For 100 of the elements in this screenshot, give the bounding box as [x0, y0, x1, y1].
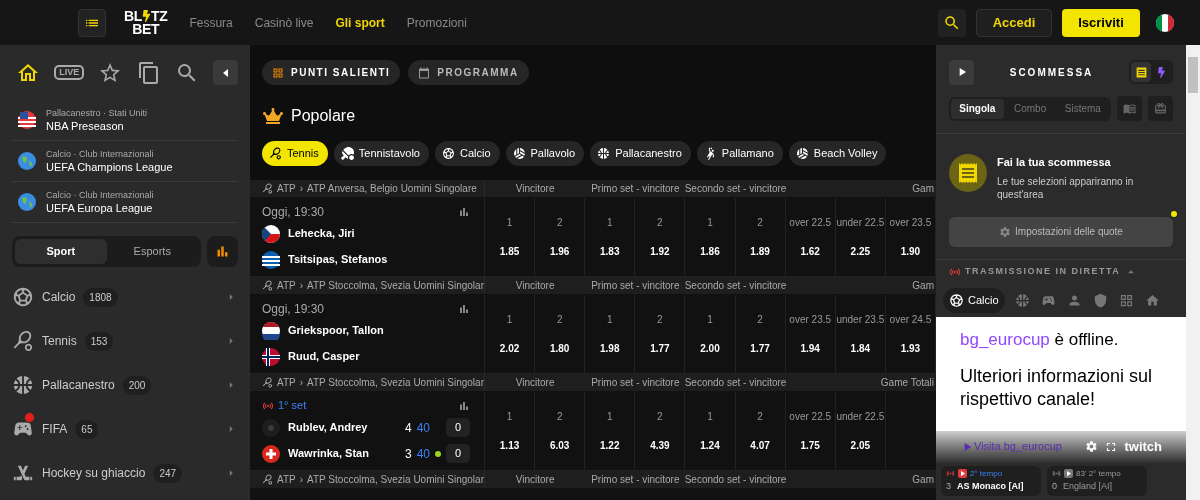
odds-button[interactable]: under 23.5 1.84	[835, 295, 886, 373]
match-row[interactable]: Oggi, 19:30 Lehecka, Jiri Tsitsipas, Stefanos 1 1.85 2 1.96 1 1.83 2 1.92 1 1.86 2 1.89 over 22.5 1.62 under 22.5 2.25 over 23.5 1.90	[250, 198, 936, 277]
tournament-name: ATP Stoccolma, Svezia Uomini Singolar	[307, 473, 484, 487]
collapse-button[interactable]	[212, 60, 238, 85]
sport-chip[interactable]: Beach Volley	[788, 141, 887, 166]
odds-button[interactable]: 2 1.80	[535, 295, 586, 373]
match-row[interactable]: Oggi, 19:30 Griekspoor, Tallon Ruud, Casper 1 2.02 2 1.80 1 1.98 2 1.77 1 2.00 2 1.77 over 23.5 1.94 under 23.5 1.84 over 24.5 1.93	[250, 295, 936, 374]
live-match-card[interactable]: 83' 2° tempo 0 England [AI]	[1047, 465, 1147, 496]
nav-link[interactable]: Promozioni	[406, 13, 467, 32]
odds-settings-button[interactable]: Impostazioni delle quote	[949, 216, 1173, 247]
odds-button[interactable]: 2 1.96	[535, 198, 586, 276]
sport-item[interactable]: Calcio 1808	[12, 275, 238, 319]
odds-button[interactable]: 1 1.85	[485, 198, 536, 276]
market-header: Game Totali	[880, 376, 934, 390]
nav-link[interactable]: Gli sport	[335, 13, 385, 32]
globe-icon	[18, 193, 36, 211]
sport-chip[interactable]: Pallamano	[696, 141, 783, 166]
odds-button[interactable]: over 22.5 1.62	[785, 198, 836, 276]
statistics-icon[interactable]	[458, 399, 470, 412]
statistics-icon[interactable]	[458, 205, 470, 218]
league-item[interactable]: Pallacanestro · Stati Uniti NBA Preseason	[12, 100, 238, 141]
bet-type-tab[interactable]: Singola	[951, 98, 1004, 119]
tennis-racket-icon	[262, 280, 273, 291]
grid-icon	[272, 66, 284, 79]
sport-chip[interactable]: Pallavolo	[505, 141, 585, 166]
bet-type-tab[interactable]: Sistema	[1056, 98, 1110, 119]
stream-sport-tab[interactable]: Calcio	[943, 288, 1005, 313]
sport-item[interactable]: Pallacanestro 200	[12, 363, 238, 407]
stream-title: TRASMISSIONE IN DIRETTA	[965, 265, 1121, 279]
book-button[interactable]	[1117, 96, 1143, 121]
tennis-racket-icon	[269, 147, 282, 160]
odds-button[interactable]: 1 1.86	[685, 198, 736, 276]
twitch-logo[interactable]: twitch	[1124, 436, 1162, 457]
team-name: AS Monaco [AI]	[957, 479, 1024, 493]
odds-button[interactable]: 1 1.83	[585, 198, 636, 276]
menu-button[interactable]	[78, 8, 106, 37]
gift-button[interactable]	[1148, 96, 1173, 121]
scrollbar[interactable]	[1186, 45, 1200, 500]
match-row[interactable]: 1° set Rublev, Andrey 4 40 0 Wawrinka, Stan 3 40 0 1 1.13 2 6.03 1 1.22 2 4.39 1 1.24 2 4.07 over 22.5 1.75 under 22.5 2.05	[250, 392, 936, 471]
flag-icon	[18, 111, 36, 129]
odds-button[interactable]: 2 6.03	[535, 392, 586, 470]
odds-button[interactable]: 2 1.77	[635, 295, 686, 373]
odds-button[interactable]: over 23.5 1.94	[785, 295, 836, 373]
search-button[interactable]	[938, 8, 966, 37]
sport-chip[interactable]: Pallacanestro	[590, 141, 691, 166]
sport-chip[interactable]: Tennistavolo	[333, 141, 429, 166]
statistics-button[interactable]	[207, 236, 238, 267]
odds-button[interactable]: 1 1.13	[485, 392, 536, 470]
bet-type-tab[interactable]: Combo	[1003, 98, 1057, 119]
odds-button[interactable]: 1 1.22	[585, 392, 636, 470]
odds-button[interactable]: 2 4.07	[735, 392, 786, 470]
live-icon[interactable]: LIVE	[54, 65, 85, 80]
market-header: Secondo set - vincitore	[684, 279, 787, 293]
flag-icon	[262, 224, 280, 243]
settings-icon[interactable]	[1085, 440, 1099, 453]
market-header: Secondo set - vincitore	[684, 182, 787, 196]
league-category: Calcio · Club Internazionali	[46, 189, 154, 202]
sport-tab[interactable]: Esports	[106, 239, 198, 264]
sport-item[interactable]: FIFA 65	[12, 407, 238, 451]
odds-button[interactable]: over 23.5 1.90	[885, 198, 936, 276]
nav-link[interactable]: Casinò live	[254, 13, 314, 32]
odds-button[interactable]: 2 1.92	[635, 198, 686, 276]
odds-button[interactable]: 2 1.77	[735, 295, 786, 373]
channel-message: Ulteriori informazioni sul rispettivo canale!	[960, 364, 1154, 411]
league-item[interactable]: Calcio · Club Internazionali UEFA Champions League	[12, 141, 238, 182]
sport-item[interactable]: Tennis 153	[12, 319, 238, 363]
league-item[interactable]: Calcio · Club Internazionali UEFA Europa League	[12, 182, 238, 223]
sport-chip[interactable]: Calcio	[434, 141, 500, 166]
receipt-button[interactable]	[1131, 62, 1151, 82]
language-flag-icon[interactable]	[1156, 13, 1174, 32]
play-button[interactable]	[949, 59, 974, 85]
odds-button[interactable]: over 24.5 1.93	[885, 295, 936, 373]
odds-button[interactable]: under 22.5 2.05	[835, 392, 886, 470]
odds-button[interactable]: under 22.5 2.25	[835, 198, 886, 276]
odds-button[interactable]: 2 4.39	[635, 392, 686, 470]
sport-item[interactable]: Hockey su ghiaccio 247	[12, 451, 238, 495]
odds-button[interactable]: 1 1.24	[685, 392, 736, 470]
match-period: 83' 2° tempo	[1076, 467, 1121, 480]
odds-button[interactable]: 1 2.00	[685, 295, 736, 373]
nav-link[interactable]: Fessura	[189, 13, 233, 32]
documents-icon[interactable]	[136, 60, 161, 85]
view-tab[interactable]: PUNTI SALIENTI	[262, 60, 401, 85]
games-score: 3	[403, 445, 412, 463]
odds-button[interactable]: 2 1.89	[735, 198, 786, 276]
odds-button[interactable]: 1 2.02	[485, 295, 536, 373]
odds-button[interactable]: 1 1.98	[585, 295, 636, 373]
tournament-name: ATP Anversa, Belgio Uomini Singolare	[307, 182, 477, 196]
view-tab[interactable]: PROGRAMMA	[408, 60, 529, 85]
live-match-card[interactable]: 2° tempo 3 AS Monaco [AI]	[941, 465, 1041, 496]
register-button[interactable]: Iscriviti	[1062, 8, 1140, 37]
sport-tab[interactable]: Sport	[15, 239, 107, 264]
flag-icon	[262, 321, 280, 340]
odds-button[interactable]: over 22.5 1.75	[785, 392, 836, 470]
market-header: Vincitore	[515, 279, 555, 293]
sport-chip[interactable]: Tennis	[262, 141, 328, 166]
caret-icon	[222, 68, 228, 77]
sport-name: FIFA	[42, 421, 68, 438]
logo[interactable]: BL TZ BET	[124, 9, 168, 36]
login-button[interactable]: Accedi	[976, 8, 1052, 37]
statistics-icon[interactable]	[458, 302, 470, 315]
